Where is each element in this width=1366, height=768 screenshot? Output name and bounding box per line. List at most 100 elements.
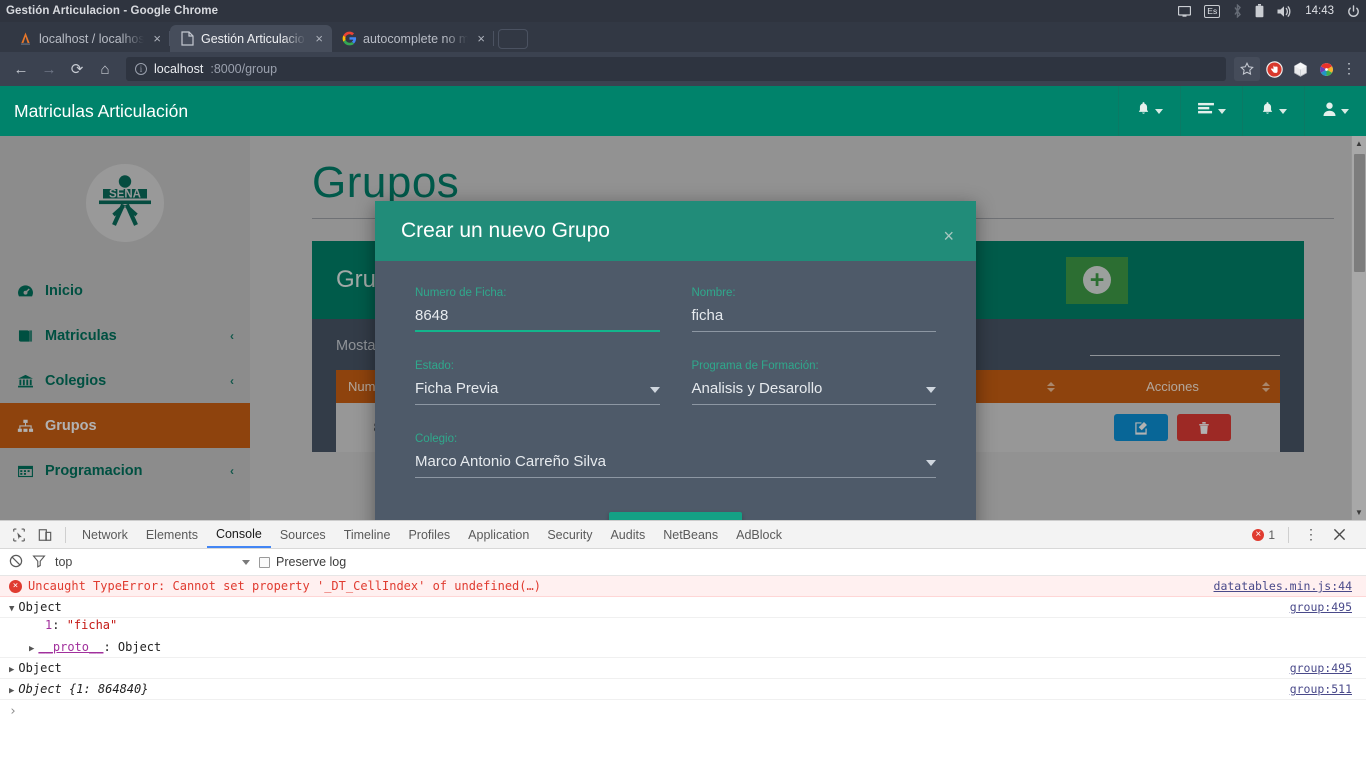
toolbar-divider [65,527,66,543]
field-nombre-label: Nombre: [692,287,937,299]
proto-value: Object [118,640,161,654]
modal-footer: GUARDAR [415,512,936,520]
bell-icon [1260,101,1275,122]
triangle-right-icon[interactable]: ▶ [9,665,14,675]
triangle-right-icon[interactable]: ▶ [9,686,14,696]
field-estado-select[interactable]: Ficha Previa [415,378,660,405]
devtools-panel: Network Elements Console Sources Timelin… [0,520,1366,768]
devtools-tab-timeline[interactable]: Timeline [335,521,400,548]
console-object-proto[interactable]: ▶__proto__: Object [0,638,1366,658]
browser-tab-1-close-icon[interactable]: × [150,32,164,45]
field-programa-formacion-select[interactable]: Analisis y Desarollo [692,378,937,405]
console-output: × Uncaught TypeError: Cannot set propert… [0,576,1366,723]
console-log-error[interactable]: × Uncaught TypeError: Cannot set propert… [0,576,1366,597]
navbar-user-dropdown[interactable] [1304,86,1366,136]
preserve-log-checkbox[interactable] [259,557,270,568]
devtools-tab-network[interactable]: Network [73,521,137,548]
console-object-prop-2: ▶__proto__: Object [9,640,1357,654]
crear-grupo-modal: Crear un nuevo Grupo × Numero de Ficha: … [375,201,976,520]
colorwheel-icon[interactable] [1314,57,1338,81]
console-log-source[interactable]: group:495 [1290,600,1352,614]
modal-body: Numero de Ficha: 8648 Nombre: ficha Esta… [375,261,976,520]
volume-icon[interactable] [1277,5,1292,18]
field-nombre-input[interactable]: ficha [692,305,937,332]
new-tab-button[interactable] [498,29,528,49]
address-host: localhost [154,62,203,76]
forward-icon[interactable]: → [36,56,62,82]
address-bar[interactable]: i localhost:8000/group [126,57,1226,81]
inspect-icon[interactable] [6,522,32,548]
console-prompt[interactable]: › [0,700,1366,723]
navbar-alerts-dropdown[interactable] [1242,86,1304,136]
preserve-log-toggle[interactable]: Preserve log [259,555,346,569]
keyboard-layout-indicator[interactable]: Es [1204,5,1220,18]
cube-icon[interactable] [1288,57,1312,81]
devtools-tab-elements[interactable]: Elements [137,521,207,548]
devtools-tab-application[interactable]: Application [459,521,538,548]
triangle-down-icon[interactable]: ▼ [9,604,14,614]
modal-header: Crear un nuevo Grupo × [375,201,976,261]
console-log-object-expanded[interactable]: ▼Object group:495 [0,597,1366,618]
navbar-tasks-dropdown[interactable] [1180,86,1242,136]
save-button[interactable]: GUARDAR [609,512,742,520]
close-icon[interactable] [1326,522,1352,548]
clear-console-icon[interactable] [9,554,23,571]
error-count-badge[interactable]: × 1 [1252,528,1275,542]
battery-icon[interactable] [1255,4,1264,18]
console-object-property: 1: "ficha" [0,618,1366,638]
chevron-down-icon [1155,109,1163,114]
filter-icon[interactable] [32,554,46,571]
browser-tab-2-close-icon[interactable]: × [312,32,326,45]
clock[interactable]: 14:43 [1305,5,1334,17]
triangle-right-icon[interactable]: ▶ [29,644,34,654]
browser-tab-2[interactable]: Gestión Articulacio × [170,25,332,52]
console-context-select[interactable]: top [55,555,250,569]
error-count: 1 [1268,528,1275,542]
home-icon[interactable]: ⌂ [92,56,118,82]
adblock-icon[interactable] [1262,57,1286,81]
system-tray: Es 14:43 [1178,4,1360,18]
browser-tab-3-close-icon[interactable]: × [474,32,488,45]
kebab-menu-icon[interactable]: ⋮ [1340,63,1358,74]
power-icon[interactable] [1347,5,1360,18]
document-icon [180,31,195,46]
back-icon[interactable]: ← [8,56,34,82]
display-icon[interactable] [1178,6,1191,17]
console-context-value: top [55,555,72,569]
devtools-tab-audits[interactable]: Audits [601,521,654,548]
field-numero-ficha-input[interactable]: 8648 [415,305,660,332]
browser-tab-3[interactable]: autocomplete no m × [332,25,494,52]
bell-icon [1136,101,1151,122]
info-icon[interactable]: i [135,63,147,75]
devtools-tab-adblock[interactable]: AdBlock [727,521,791,548]
field-programa-formacion: Programa de Formación: Analisis y Desaro… [692,360,937,405]
console-object-header-2: ▶Object [9,661,1357,675]
devtools-tab-console[interactable]: Console [207,521,271,548]
proto-key[interactable]: __proto__ [38,640,103,654]
devtools-tab-profiles[interactable]: Profiles [399,521,459,548]
bluetooth-icon[interactable] [1233,4,1242,18]
console-log-object-2[interactable]: ▶Object group:495 [0,658,1366,679]
chevron-down-icon [926,460,936,466]
reload-icon[interactable]: ⟳ [64,56,90,82]
console-log-source[interactable]: group:495 [1290,661,1352,675]
vertical-dots-icon[interactable]: ⋮ [1302,529,1320,540]
browser-tab-1[interactable]: localhost / localhos × [8,25,170,52]
devtools-tab-sources[interactable]: Sources [271,521,335,548]
console-object-label-3: Object {1: 864840} [18,682,148,696]
field-numero-ficha: Numero de Ficha: 8648 [415,287,660,332]
console-log-object-3[interactable]: ▶ Object {1: 864840} group:511 [0,679,1366,700]
devtools-toolbar-right: × 1 ⋮ [1252,522,1360,548]
browser-tab-3-label: autocomplete no m [363,32,468,46]
device-toggle-icon[interactable] [32,522,58,548]
browser-tab-2-label: Gestión Articulacio [201,32,306,46]
devtools-tab-netbeans[interactable]: NetBeans [654,521,727,548]
close-icon[interactable]: × [943,227,954,245]
console-log-source[interactable]: datatables.min.js:44 [1214,579,1352,593]
star-icon[interactable] [1234,57,1260,81]
app-navbar: Matriculas Articulación [0,86,1366,136]
devtools-tab-security[interactable]: Security [538,521,601,548]
field-colegio-select[interactable]: Marco Antonio Carreño Silva [415,451,936,478]
navbar-notifications-dropdown[interactable] [1118,86,1180,136]
console-log-source[interactable]: group:511 [1290,682,1352,696]
